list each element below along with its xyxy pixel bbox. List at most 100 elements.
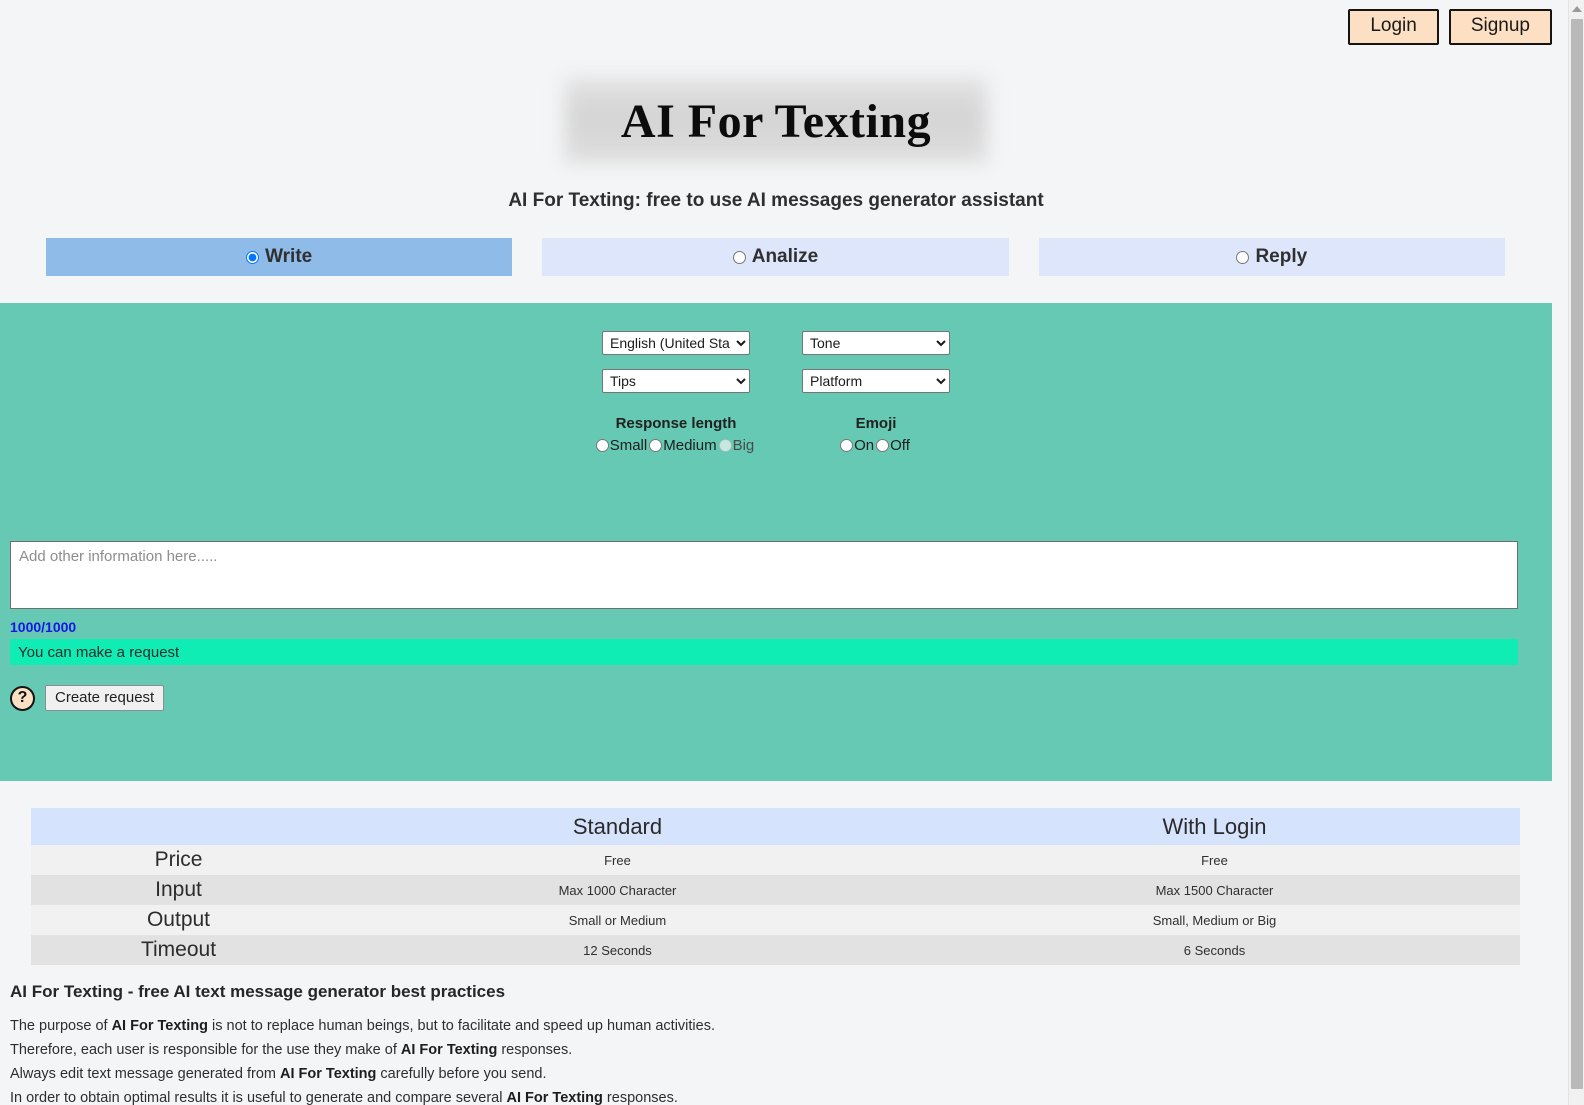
row-label-timeout: Timeout (140, 938, 217, 961)
scroll-up-arrow-icon[interactable] (1569, 0, 1584, 17)
response-length-medium-radio[interactable] (649, 439, 663, 452)
login-button[interactable]: Login (1348, 9, 1439, 45)
emoji-group: Emoji On Off (802, 415, 950, 454)
platform-cell: Platform (802, 369, 950, 393)
language-select[interactable]: English (United States) (602, 331, 750, 355)
signup-button[interactable]: Signup (1448, 9, 1552, 45)
comparison-header-blank (31, 808, 326, 845)
scrollbar-thumb[interactable] (1571, 19, 1583, 1089)
table-row: Input Max 1000 Character Max 1500 Charac… (31, 875, 1520, 905)
line-bold: AI For Texting (506, 1090, 603, 1105)
generator-panel: English (United States) Tone Tips Platfo… (0, 303, 1552, 781)
line-bold: AI For Texting (111, 1018, 208, 1034)
response-length-small-radio[interactable] (595, 439, 609, 452)
request-area: 1000/1000 You can make a request ? Creat… (10, 541, 1518, 711)
comparison-body: Price Free Free Input Max 1000 Character… (31, 845, 1520, 965)
timeout-with-login: 6 Seconds (1183, 942, 1246, 958)
tone-select[interactable]: Tone (802, 331, 950, 355)
comparison-header-with-login: With Login (908, 808, 1520, 845)
output-with-login: Small, Medium or Big (1152, 912, 1277, 928)
other-information-textarea[interactable] (10, 541, 1518, 609)
tab-write[interactable]: Write (46, 238, 513, 276)
best-practices-line: Always edit text message generated from … (10, 1064, 1410, 1084)
output-standard: Small or Medium (568, 912, 667, 928)
response-length-small-label: Small (609, 437, 648, 454)
table-row: Output Small or Medium Small, Medium or … (31, 905, 1520, 935)
response-length-medium[interactable]: Medium (649, 437, 717, 454)
emoji-options: On Off (802, 437, 950, 454)
best-practices-heading: AI For Texting - free AI text message ge… (10, 982, 506, 1001)
line-post: carefully before you send. (376, 1066, 547, 1082)
best-practices-line: The purpose of AI For Texting is not to … (10, 1016, 1410, 1036)
timeout-standard: 12 Seconds (583, 942, 652, 958)
response-length-medium-label: Medium (663, 437, 717, 454)
emoji-on[interactable]: On (840, 437, 874, 454)
tab-analize-label: Analize (751, 246, 819, 267)
page-subtitle: AI For Texting: free to use AI messages … (508, 190, 1044, 211)
auth-bar: Login Signup (1348, 9, 1552, 45)
line-pre: Therefore, each user is responsible for … (10, 1042, 401, 1058)
options-row-1: English (United States) Tone (0, 331, 1552, 355)
response-length-group: Response length Small Medium Big (595, 415, 754, 454)
line-bold: AI For Texting (400, 1042, 498, 1058)
emoji-on-label: On (854, 437, 875, 454)
best-practices-line: In order to obtain optimal results it is… (10, 1088, 1410, 1105)
action-row: ? Create request (10, 685, 1518, 711)
tab-write-radio[interactable] (246, 250, 260, 264)
line-post: responses. (497, 1042, 573, 1058)
tab-write-label: Write (265, 246, 313, 267)
character-counter: 1000/1000 (10, 619, 77, 635)
create-request-button[interactable]: Create request (45, 685, 165, 711)
table-row: Price Free Free (31, 845, 1520, 875)
response-length-title: Response length (615, 415, 737, 432)
emoji-off-radio[interactable] (876, 439, 890, 452)
emoji-on-radio[interactable] (840, 439, 854, 452)
response-length-small[interactable]: Small (595, 437, 648, 454)
status-message: You can make a request (10, 639, 1518, 665)
emoji-off-label: Off (890, 437, 910, 454)
plan-comparison-table: Standard With Login Price Free Free Inpu… (31, 808, 1520, 965)
options-area: English (United States) Tone Tips Platfo… (0, 331, 1552, 454)
page-title: AI For Texting (620, 95, 932, 148)
tab-reply-label: Reply (1255, 246, 1308, 267)
line-post: is not to replace human beings, but to f… (207, 1018, 715, 1034)
line-post: responses. (602, 1090, 678, 1105)
response-length-big-radio (718, 439, 732, 452)
response-length-big-label: Big (732, 437, 755, 454)
tab-analize[interactable]: Analize (542, 238, 1009, 276)
line-pre: Always edit text message generated from (10, 1066, 280, 1082)
radio-groups: Response length Small Medium Big Emoji O… (0, 415, 1552, 454)
tips-select[interactable]: Tips (602, 369, 750, 393)
line-pre: In order to obtain optimal results it is… (10, 1090, 507, 1105)
price-with-login: Free (1201, 852, 1228, 868)
emoji-title: Emoji (855, 415, 897, 432)
page-root: Login Signup AI For Texting AI For Texti… (0, 0, 1568, 1105)
table-row: Timeout 12 Seconds 6 Seconds (31, 935, 1520, 965)
page-title-area: AI For Texting (0, 78, 1552, 163)
tone-cell: Tone (802, 331, 950, 355)
tab-reply[interactable]: Reply (1038, 238, 1505, 276)
input-with-login: Max 1500 Character (1155, 882, 1274, 898)
comparison-header-row: Standard With Login (31, 808, 1520, 845)
row-label-price: Price (154, 848, 203, 871)
price-standard: Free (604, 852, 631, 868)
tab-analize-radio[interactable] (732, 250, 746, 264)
best-practices-line: Therefore, each user is responsible for … (10, 1040, 1410, 1060)
emoji-off[interactable]: Off (876, 437, 910, 454)
response-length-options: Small Medium Big (595, 437, 754, 454)
title-banner: AI For Texting (565, 78, 987, 163)
row-label-input: Input (155, 878, 202, 901)
vertical-scrollbar[interactable] (1568, 0, 1584, 1105)
comparison-head: Standard With Login (31, 808, 1520, 845)
best-practices-section: AI For Texting - free AI text message ge… (10, 982, 1410, 1105)
mode-tabs: Write Analize Reply (46, 238, 1505, 276)
row-label-output: Output (146, 908, 211, 931)
tips-cell: Tips (602, 369, 750, 393)
response-length-big: Big (718, 437, 755, 454)
language-cell: English (United States) (602, 331, 750, 355)
help-question-icon[interactable]: ? (10, 685, 35, 711)
tab-reply-radio[interactable] (1236, 250, 1250, 264)
line-pre: The purpose of (10, 1018, 112, 1034)
platform-select[interactable]: Platform (802, 369, 950, 393)
comparison-header-standard: Standard (326, 808, 909, 845)
